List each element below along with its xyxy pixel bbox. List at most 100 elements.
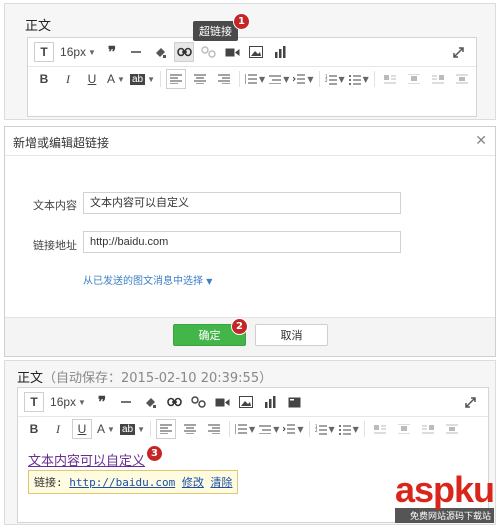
line-height-select[interactable]: ▼	[235, 419, 255, 439]
text-format-button[interactable]: T	[24, 392, 44, 412]
italic-button[interactable]: I	[58, 69, 78, 89]
float-none-icon[interactable]	[394, 419, 414, 439]
unlink-icon[interactable]	[188, 392, 208, 412]
toolbar-row-1: T 16px ▼ ❞	[28, 40, 476, 64]
link-popup-url[interactable]: http://baidu.com	[69, 476, 175, 489]
hyperlink-tooltip: 超链接	[193, 21, 238, 41]
toolbar-separator	[373, 71, 375, 87]
font-size-select[interactable]: 16px ▼	[58, 42, 98, 62]
float-none-icon[interactable]	[404, 69, 424, 89]
toolbar-separator	[363, 421, 365, 437]
float-center-icon[interactable]	[442, 419, 462, 439]
float-left-icon[interactable]	[370, 419, 390, 439]
dialog-header: 新增或编辑超链接 ✕	[5, 127, 495, 156]
hyperlink-dialog: 新增或编辑超链接 ✕ 文本内容 文本内容可以自定义 链接地址 http://ba…	[4, 126, 496, 357]
toolbar-separator	[160, 71, 162, 87]
align-left-button[interactable]	[156, 419, 177, 439]
indent-select[interactable]: ▼	[293, 69, 314, 89]
format-painter-icon[interactable]	[140, 392, 160, 412]
align-center-button[interactable]	[190, 69, 210, 89]
autosave-status: （自动保存：2015-02-10 20:39:55）	[43, 371, 273, 386]
toolbar-row-2: B I U A ▼ ab ▼ ▼ ▼ ▼ 1 2 ▼ ▼	[28, 66, 476, 91]
chart-icon[interactable]	[260, 392, 280, 412]
watermark-tagline: 免费网站源码下载站	[394, 508, 494, 523]
link-popup-label: 链接:	[34, 476, 63, 489]
float-center-icon[interactable]	[452, 69, 472, 89]
align-right-button[interactable]	[204, 419, 224, 439]
italic-button[interactable]: I	[48, 419, 68, 439]
image-icon[interactable]	[246, 42, 266, 62]
inserted-hyperlink-text[interactable]: 文本内容可以自定义	[28, 450, 145, 469]
fullscreen-icon[interactable]	[460, 392, 480, 412]
line-height-select[interactable]: ▼	[245, 69, 265, 89]
link-address-input[interactable]: http://baidu.com	[83, 231, 401, 253]
bold-button[interactable]: B	[34, 69, 54, 89]
video-icon[interactable]	[212, 392, 232, 412]
select-link-label: 从已发送的图文消息中选择	[83, 276, 203, 287]
align-right-button[interactable]	[214, 69, 234, 89]
svg-text:2: 2	[315, 428, 318, 433]
quote-button[interactable]: ❞	[92, 392, 112, 412]
horizontal-rule-button[interactable]	[116, 392, 136, 412]
clear-link-button[interactable]: 清除	[210, 476, 232, 489]
section-title: 正文	[17, 371, 44, 386]
text-content-input[interactable]: 文本内容可以自定义	[83, 192, 401, 214]
toolbar-separator	[150, 421, 152, 437]
cancel-button[interactable]: 取消	[255, 324, 328, 346]
text-content-label: 文本内容	[33, 199, 77, 212]
align-center-button[interactable]	[180, 419, 200, 439]
step-badge-2: 2	[232, 319, 247, 334]
underline-button[interactable]: U	[82, 69, 102, 89]
float-right-icon[interactable]	[418, 419, 438, 439]
section-title: 正文	[25, 19, 52, 34]
indent-select[interactable]: ▼	[283, 419, 304, 439]
paragraph-spacing-select[interactable]: ▼	[259, 419, 279, 439]
toolbar-separator	[229, 421, 231, 437]
unordered-list-select[interactable]: ▼	[348, 69, 369, 89]
link-address-label: 链接地址	[33, 239, 77, 252]
font-color-select[interactable]: A ▼	[96, 419, 116, 439]
ordered-list-select[interactable]: 1 2 ▼	[325, 69, 345, 89]
font-color-select[interactable]: A ▼	[106, 69, 126, 89]
toolbar-separator	[239, 71, 241, 87]
dialog-footer: 确定 取消	[5, 317, 495, 356]
select-from-sent-articles-link[interactable]: 从已发送的图文消息中选择 ▼	[83, 272, 212, 287]
align-left-button[interactable]	[166, 69, 187, 89]
ordered-list-select[interactable]: 1 2 ▼	[315, 419, 335, 439]
underline-button[interactable]: U	[72, 419, 92, 439]
hyperlink-button[interactable]	[164, 392, 184, 412]
text-format-button[interactable]: T	[34, 42, 54, 62]
background-color-select[interactable]: ab ▼	[130, 69, 155, 89]
editor-panel-top: 正文 T 16px ▼ ❞ B I U A ▼ ab ▼ ▼ ▼ ▼ 1 2 ▼…	[4, 3, 496, 120]
toolbar-row-2: B I U A ▼ ab ▼ ▼ ▼ ▼ 1 2 ▼ ▼	[18, 416, 488, 441]
font-size-select[interactable]: 16px ▼	[48, 392, 88, 412]
dialog-title: 新增或编辑超链接	[13, 136, 110, 150]
image-icon[interactable]	[236, 392, 256, 412]
toolbar-separator	[308, 421, 310, 437]
close-icon[interactable]: ✕	[475, 133, 487, 149]
quote-button[interactable]: ❞	[102, 42, 122, 62]
link-popup: 链接: http://baidu.com 修改 清除	[28, 470, 239, 494]
svg-text:2: 2	[325, 78, 328, 83]
video-icon[interactable]	[222, 42, 242, 62]
paragraph-spacing-select[interactable]: ▼	[269, 69, 289, 89]
background-color-select[interactable]: ab ▼	[120, 419, 145, 439]
editor-box: T 16px ▼ ❞ B I U A ▼ ab ▼ ▼ ▼ ▼	[27, 37, 477, 117]
unlink-icon[interactable]	[198, 42, 218, 62]
unordered-list-select[interactable]: ▼	[338, 419, 359, 439]
chart-icon[interactable]	[270, 42, 290, 62]
format-painter-icon[interactable]	[150, 42, 170, 62]
bold-button[interactable]: B	[24, 419, 44, 439]
horizontal-rule-button[interactable]	[126, 42, 146, 62]
step-badge-3: 3	[147, 446, 162, 461]
step-badge-1: 1	[234, 14, 249, 29]
toolbar-row-1: T 16px ▼ ❞	[18, 390, 488, 414]
section-title-row: 正文（自动保存：2015-02-10 20:39:55）	[17, 367, 272, 386]
edit-link-button[interactable]: 修改	[182, 476, 204, 489]
float-right-icon[interactable]	[428, 69, 448, 89]
fullscreen-icon[interactable]	[448, 42, 468, 62]
card-icon[interactable]	[284, 392, 304, 412]
watermark-brand: aspku	[394, 469, 495, 510]
float-left-icon[interactable]	[380, 69, 400, 89]
hyperlink-button[interactable]	[174, 42, 194, 62]
